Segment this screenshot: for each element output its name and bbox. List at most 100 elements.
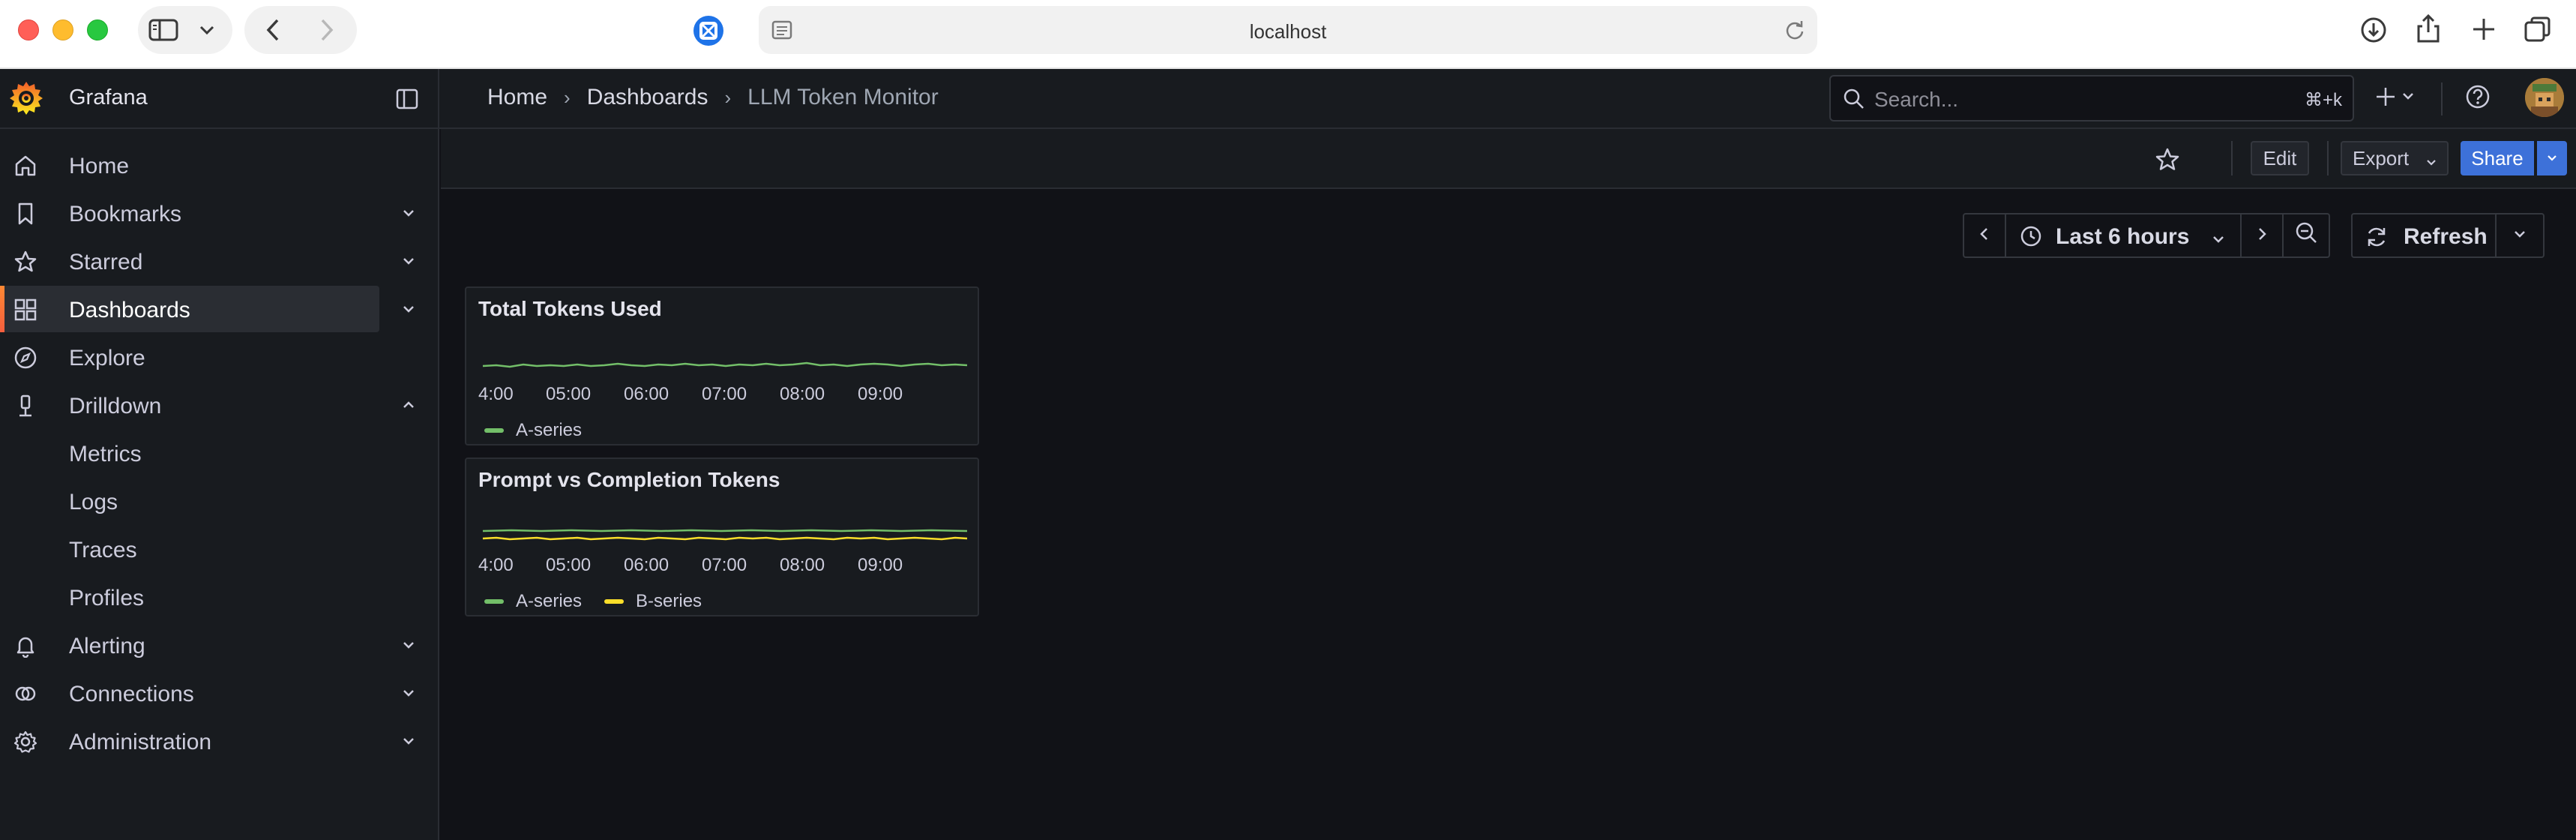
sidebar-item-explore[interactable]: Explore [0, 334, 379, 380]
sidebar-item-label: Connections [69, 682, 194, 706]
brand-name: Grafana [69, 86, 148, 110]
history-nav-group [244, 6, 357, 54]
address-bar[interactable]: localhost [759, 6, 1817, 54]
panel-legend: A-series B-series [484, 591, 724, 612]
new-tab-icon[interactable] [2471, 16, 2497, 42]
x-axis-tick: 06:00 [624, 384, 669, 404]
sidebar-item-dashboards[interactable]: Dashboards [0, 286, 414, 332]
legend-item-a-series[interactable]: A-series [516, 420, 582, 441]
sidebar-item-label: Explore [69, 346, 145, 370]
chevron-down-icon[interactable] [400, 733, 417, 753]
sidebar-item-home[interactable]: Home [0, 142, 379, 188]
breadcrumb-separator: › [564, 86, 571, 109]
legend-item-b-series[interactable]: B-series [636, 591, 702, 612]
share-options-button[interactable] [2537, 141, 2567, 176]
sidebar-item-label: Home [69, 154, 130, 178]
panel-prompt-vs-completion[interactable]: Prompt vs Completion Tokens 4:00 05:00 0… [465, 458, 979, 616]
sidebar-item-label: Alerting [69, 634, 145, 658]
chevron-down-icon[interactable] [400, 253, 417, 273]
refresh-button[interactable]: Refresh [2351, 213, 2497, 258]
export-label: Export [2353, 146, 2410, 170]
time-range-back-button[interactable] [1963, 213, 2006, 258]
browser-toolbar: localhost [0, 0, 2576, 69]
series-line-a [482, 362, 968, 368]
sidebar-item-logs[interactable]: Logs [0, 478, 379, 524]
sidebar-item-alerting[interactable]: Alerting [0, 622, 414, 668]
sidebar-item-traces[interactable]: Traces [0, 526, 379, 572]
share-icon[interactable] [2416, 14, 2441, 44]
chevron-down-icon[interactable] [400, 637, 417, 657]
url-text: localhost [1249, 20, 1327, 43]
chevron-down-icon[interactable] [400, 205, 417, 225]
share-button[interactable]: Share [2461, 141, 2534, 176]
reload-icon[interactable] [1784, 20, 1805, 40]
x-axis-tick: 09:00 [858, 384, 903, 404]
sidebar-item-metrics[interactable]: Metrics [0, 430, 379, 476]
sidebar-item-administration[interactable]: Administration [0, 718, 414, 764]
sidebar-item-label: Starred [69, 250, 143, 274]
refresh-icon [2365, 225, 2389, 255]
sidebar-item-label: Administration [69, 730, 212, 754]
site-favicon [693, 15, 724, 46]
toolbar-divider [2327, 141, 2329, 176]
refresh-label: Refresh [2404, 224, 2488, 249]
dock-menu-icon[interactable] [396, 88, 418, 110]
x-axis-tick: 08:00 [780, 555, 825, 575]
sidebar-item-label: Logs [69, 490, 118, 514]
x-axis-tick: 06:00 [624, 555, 669, 575]
panel-total-tokens[interactable]: Total Tokens Used 4:00 05:00 06:00 07:00… [465, 286, 979, 446]
forward-icon[interactable] [319, 18, 334, 42]
search-shortcut: ⌘+k [2304, 90, 2342, 110]
help-icon[interactable] [2465, 84, 2491, 113]
x-axis-tick: 07:00 [702, 384, 747, 404]
time-range-picker[interactable]: Last 6 hours [2005, 213, 2242, 258]
legend-swatch [604, 599, 625, 604]
mark-favorite-star-icon[interactable] [2155, 147, 2180, 176]
chevron-down-icon [2545, 147, 2559, 170]
drilldown-icon [13, 394, 37, 418]
time-range-forward-button[interactable] [2240, 213, 2284, 258]
series-line-b [482, 536, 968, 541]
export-button[interactable]: Export [2341, 141, 2449, 176]
zoom-out-button[interactable] [2282, 213, 2330, 258]
x-axis-tick: 07:00 [702, 555, 747, 575]
legend-item-a-series[interactable]: A-series [516, 591, 582, 612]
sidebar-item-bookmarks[interactable]: Bookmarks [0, 190, 414, 236]
series-line-a [482, 529, 968, 532]
refresh-interval-button[interactable] [2495, 213, 2545, 258]
chevron-down-icon [2512, 223, 2528, 248]
zoom-window-button[interactable] [87, 20, 108, 40]
breadcrumb: Home › Dashboards › LLM Token Monitor [487, 85, 939, 110]
bookmark-icon [13, 202, 37, 226]
downloads-icon[interactable] [2360, 16, 2387, 44]
edit-button[interactable]: Edit [2251, 141, 2309, 176]
compass-icon [13, 346, 37, 370]
chevron-down-icon[interactable] [400, 685, 417, 705]
breadcrumb-dashboards[interactable]: Dashboards [587, 85, 708, 110]
chevron-down-icon[interactable] [198, 24, 216, 36]
back-icon[interactable] [265, 18, 280, 42]
clock-icon [2020, 225, 2042, 254]
add-new-button[interactable] [2375, 84, 2420, 116]
sidebar-item-drilldown[interactable]: Drilldown [0, 382, 414, 428]
sidebar-item-connections[interactable]: Connections [0, 670, 414, 716]
time-range-label: Last 6 hours [2056, 224, 2190, 249]
grafana-logo-icon[interactable] [7, 80, 45, 117]
chevron-down-icon [2425, 152, 2438, 175]
home-icon [13, 154, 37, 178]
x-axis-tick: 09:00 [858, 555, 903, 575]
user-avatar[interactable] [2525, 78, 2564, 117]
chevron-down-icon[interactable] [400, 301, 417, 321]
tab-overview-icon[interactable] [2524, 15, 2552, 44]
sidebar-item-profiles[interactable]: Profiles [0, 574, 379, 620]
breadcrumb-home[interactable]: Home [487, 85, 547, 110]
minimize-window-button[interactable] [52, 20, 73, 40]
sidebar-item-label: Profiles [69, 586, 145, 610]
sidebar-item-starred[interactable]: Starred [0, 238, 414, 284]
toolbar-divider [2231, 141, 2233, 176]
search-input[interactable]: Search... ⌘+k [1829, 75, 2354, 122]
close-window-button[interactable] [18, 20, 39, 40]
chevron-up-icon[interactable] [400, 397, 417, 417]
legend-swatch [484, 428, 504, 433]
browser-sidebar-icon[interactable] [148, 18, 178, 42]
